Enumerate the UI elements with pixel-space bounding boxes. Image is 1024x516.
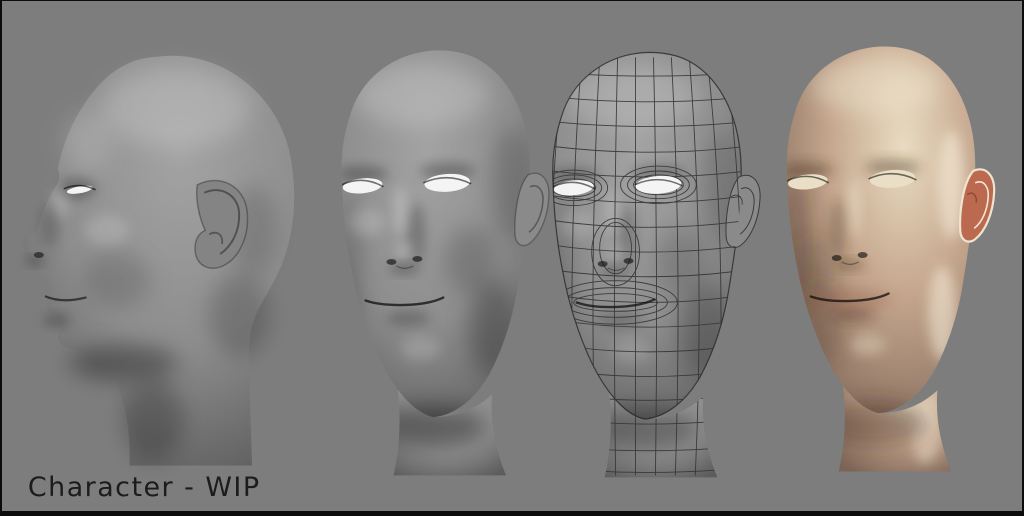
caption: Character - WIP: [28, 472, 261, 503]
profile-nostril: [33, 252, 44, 258]
render-canvas: Character - WIP: [2, 1, 1022, 511]
render-frame: Character - WIP: [0, 0, 1024, 516]
